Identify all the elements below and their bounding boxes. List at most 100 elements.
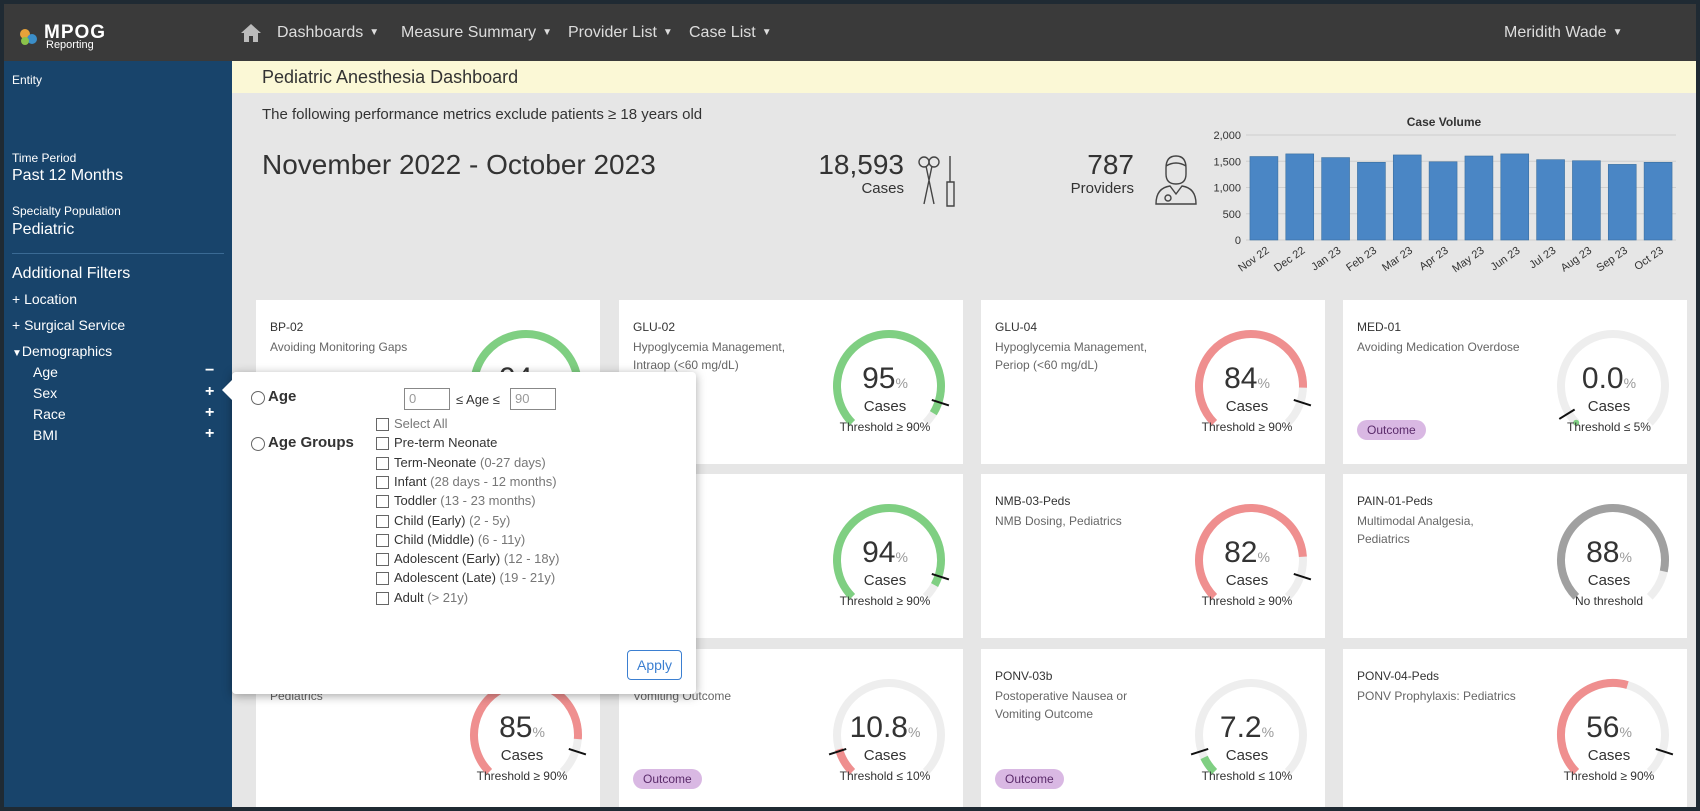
age-min-input[interactable]: 0 bbox=[404, 388, 450, 410]
measure-card[interactable]: PONV-03b Postoperative Nausea or Vomiting… bbox=[981, 649, 1325, 807]
age-group-label: Adult (> 21y) bbox=[394, 590, 468, 605]
outcome-badge: Outcome bbox=[995, 769, 1064, 789]
expand-sex-toggle[interactable]: + bbox=[205, 383, 214, 401]
age-group-range: (19 - 21y) bbox=[499, 570, 556, 586]
cases-link[interactable]: Cases bbox=[1539, 747, 1679, 764]
x-tick-label: May 23 bbox=[1450, 245, 1486, 276]
bar[interactable] bbox=[1285, 153, 1315, 241]
measure-code: GLU-04 bbox=[995, 320, 1038, 334]
cases-link[interactable]: Cases bbox=[452, 747, 592, 764]
bar[interactable] bbox=[1643, 161, 1673, 241]
age-group-checkbox[interactable] bbox=[376, 456, 389, 470]
age-group-checkbox[interactable] bbox=[376, 495, 389, 509]
apply-button[interactable]: Apply bbox=[627, 650, 682, 680]
filter-sex[interactable]: Sex bbox=[33, 385, 57, 401]
age-group-checkbox[interactable] bbox=[376, 437, 389, 451]
collapse-age-toggle[interactable]: − bbox=[205, 362, 214, 380]
cases-link[interactable]: Cases bbox=[1177, 747, 1317, 764]
time-period-value[interactable]: Past 12 Months bbox=[12, 167, 123, 185]
measure-card[interactable]: PONV-04-Peds PONV Prophylaxis: Pediatrics… bbox=[1343, 649, 1687, 807]
date-range: November 2022 - October 2023 bbox=[262, 149, 656, 180]
measure-description: Hypoglycemia Management, Periop (<60 mg/… bbox=[995, 340, 1148, 372]
demographics-label: Demographics bbox=[21, 343, 113, 359]
nav-measure-summary[interactable]: Measure Summary ▼ bbox=[401, 24, 552, 42]
x-tick-label: Dec 22 bbox=[1272, 245, 1307, 275]
percent-sign: % bbox=[1623, 375, 1637, 391]
filter-bmi[interactable]: BMI bbox=[33, 427, 58, 443]
cases-link[interactable]: Cases bbox=[815, 572, 955, 589]
measure-code: BP-02 bbox=[270, 320, 304, 334]
age-group-name: Adult bbox=[394, 589, 424, 605]
expand-bmi-toggle[interactable]: + bbox=[205, 425, 214, 443]
bar[interactable] bbox=[1572, 160, 1601, 241]
threshold-label: Threshold ≥ 90% bbox=[476, 769, 568, 783]
bar[interactable] bbox=[1357, 161, 1386, 241]
providers-label: Providers bbox=[1070, 180, 1134, 197]
measure-card[interactable]: PAIN-01-Peds Multimodal Analgesia, Pediat… bbox=[1343, 474, 1687, 638]
age-group-checkbox[interactable] bbox=[376, 591, 389, 605]
chevron-down-icon: ▼ bbox=[369, 27, 380, 38]
home-icon[interactable] bbox=[240, 23, 262, 43]
age-group-label: Select All bbox=[394, 416, 447, 431]
age-range-radio[interactable] bbox=[251, 391, 265, 405]
age-group-checkbox[interactable] bbox=[376, 418, 389, 431]
age-group-label: Pre-term Neonate bbox=[394, 435, 497, 450]
measure-card[interactable]: MED-01 Avoiding Medication Overdose 0.0% Ca… bbox=[1343, 300, 1687, 464]
age-group-checkbox[interactable] bbox=[376, 514, 389, 528]
age-group-range: (28 days - 12 months) bbox=[430, 473, 557, 489]
bar[interactable] bbox=[1249, 156, 1279, 241]
measure-value-number: 94 bbox=[862, 536, 896, 569]
age-group-checkbox[interactable] bbox=[376, 475, 389, 489]
y-tick-label: 1,500 bbox=[1213, 156, 1241, 168]
measure-value: 84% bbox=[1177, 362, 1317, 396]
cases-link[interactable]: Cases bbox=[1177, 398, 1317, 415]
bar[interactable] bbox=[1607, 164, 1637, 241]
filter-surgical-service[interactable]: + Surgical Service bbox=[12, 317, 125, 333]
cases-link[interactable]: Cases bbox=[1539, 398, 1679, 415]
expand-race-toggle[interactable]: + bbox=[205, 404, 214, 422]
percent-sign: % bbox=[895, 375, 908, 391]
measure-code: PONV-03b bbox=[995, 669, 1053, 683]
age-group-checkbox[interactable] bbox=[376, 572, 389, 586]
filter-demographics[interactable]: ▼Demographics bbox=[12, 343, 112, 359]
bar[interactable] bbox=[1428, 161, 1458, 241]
bar[interactable] bbox=[1392, 154, 1422, 241]
nav-provider-list[interactable]: Provider List ▼ bbox=[568, 24, 673, 42]
bar[interactable] bbox=[1536, 159, 1565, 241]
age-group-checkbox[interactable] bbox=[376, 533, 389, 547]
measure-code: MED-01 bbox=[1357, 320, 1402, 334]
brand-logo[interactable]: MPOG Reporting bbox=[18, 18, 138, 52]
nav-case-list[interactable]: Case List ▼ bbox=[689, 24, 772, 42]
measure-value: 10.8% bbox=[815, 711, 955, 745]
provider-icon bbox=[1155, 155, 1197, 205]
x-tick-label: Jan 23 bbox=[1309, 245, 1343, 274]
age-group-checkbox[interactable] bbox=[376, 553, 389, 567]
x-tick-label: Mar 23 bbox=[1380, 245, 1415, 274]
user-menu[interactable]: Meridith Wade ▼ bbox=[1504, 24, 1622, 42]
nav-dashboards[interactable]: Dashboards ▼ bbox=[277, 24, 379, 42]
app-window: MPOG Reporting Dashboards ▼ Measure Summa… bbox=[4, 4, 1696, 807]
cases-link[interactable]: Cases bbox=[1177, 572, 1317, 589]
measure-card[interactable]: NMB-03-Peds NMB Dosing, Pediatrics 82% Case… bbox=[981, 474, 1325, 638]
bar[interactable] bbox=[1500, 153, 1530, 241]
age-max-input[interactable]: 90 bbox=[510, 388, 556, 410]
percent-sign: % bbox=[1261, 724, 1275, 740]
measure-card[interactable]: GLU-04 Hypoglycemia Management, Periop (<… bbox=[981, 300, 1325, 464]
cases-link[interactable]: Cases bbox=[815, 747, 955, 764]
filter-age[interactable]: Age bbox=[33, 364, 58, 380]
filter-race[interactable]: Race bbox=[33, 406, 66, 422]
chevron-down-icon: ▼ bbox=[542, 27, 553, 38]
bar[interactable] bbox=[1464, 155, 1494, 241]
age-group-name: Adolescent (Early) bbox=[394, 551, 501, 567]
x-tick-label: Aug 23 bbox=[1559, 245, 1594, 275]
bar[interactable] bbox=[1321, 157, 1350, 241]
y-tick-label: 500 bbox=[1223, 209, 1241, 221]
measure-value-number: 82 bbox=[1224, 536, 1258, 569]
cases-link[interactable]: Cases bbox=[1539, 572, 1679, 589]
measure-value: 95% bbox=[815, 362, 955, 396]
filter-location[interactable]: + Location bbox=[12, 291, 77, 307]
cases-link[interactable]: Cases bbox=[815, 398, 955, 415]
specialty-value[interactable]: Pediatric bbox=[12, 221, 74, 239]
age-groups-radio[interactable] bbox=[251, 437, 265, 451]
age-group-range: (2 - 5y) bbox=[469, 512, 511, 528]
